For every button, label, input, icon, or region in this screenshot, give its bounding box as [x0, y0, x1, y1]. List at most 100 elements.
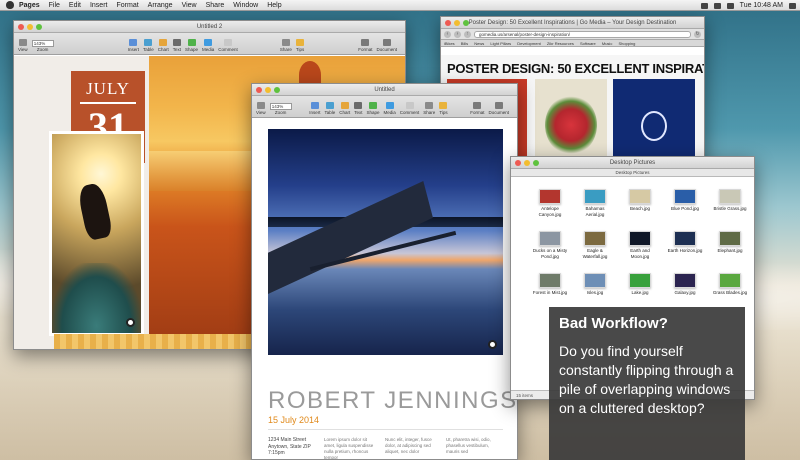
- close-button[interactable]: [256, 87, 262, 93]
- minimize-button[interactable]: [524, 160, 530, 166]
- photo-placeholder-icon[interactable]: [126, 318, 135, 327]
- zoom-button[interactable]: [533, 160, 539, 166]
- share-icon[interactable]: ↑: [464, 30, 471, 38]
- menu-clock[interactable]: Tue 10:48 AM: [740, 2, 783, 9]
- file-item[interactable]: Ducks on a Misty Pond.jpg: [531, 231, 569, 259]
- address-field[interactable]: gomedia.us/arsenal/poster-design-inspira…: [474, 30, 691, 38]
- file-item[interactable]: Antelope Canyon.jpg: [531, 189, 569, 217]
- chart-button[interactable]: Chart: [158, 39, 169, 52]
- menu-help[interactable]: Help: [267, 2, 281, 9]
- bookmark-item[interactable]: Zikr Resources: [547, 41, 574, 46]
- pages-window-untitled[interactable]: Untitled View 143% Zoom Insert Table Cha…: [251, 83, 518, 460]
- share-button[interactable]: Share: [280, 39, 292, 52]
- bookmark-item[interactable]: News: [474, 41, 484, 46]
- media-button[interactable]: Media: [202, 39, 214, 52]
- file-item[interactable]: Isles.jpg: [576, 273, 614, 296]
- tips-button[interactable]: Tips: [296, 39, 304, 52]
- window-titlebar[interactable]: Untitled 2: [14, 21, 405, 33]
- text-button[interactable]: Text: [173, 39, 181, 52]
- surfer-photo[interactable]: [49, 131, 144, 336]
- file-item[interactable]: Forest in Mist.jpg: [531, 273, 569, 296]
- file-item[interactable]: Elephant.jpg: [711, 231, 749, 254]
- pier-sunset-photo[interactable]: [268, 129, 503, 355]
- file-item[interactable]: Galaxy.jpg: [666, 273, 704, 296]
- media-button[interactable]: Media: [384, 102, 396, 115]
- file-item[interactable]: Beach.jpg: [621, 189, 659, 212]
- document-button[interactable]: Document: [488, 102, 509, 115]
- finder-titlebar[interactable]: Desktop Pictures: [511, 157, 754, 169]
- zoom-field[interactable]: 143%: [269, 103, 292, 110]
- file-item[interactable]: Blue Pond.jpg: [666, 189, 704, 212]
- body-text-column[interactable]: Ut, pharetra wisi, odio, phasellus vesti…: [446, 437, 501, 455]
- document-canvas[interactable]: ROBERT JENNINGS 15 July 2014 1234 Main S…: [252, 119, 517, 459]
- document-date[interactable]: 15 July 2014: [268, 415, 319, 425]
- file-item[interactable]: Bristle Grass.jpg: [711, 189, 749, 212]
- back-icon[interactable]: ‹: [444, 30, 451, 38]
- zoom-button[interactable]: [463, 20, 469, 26]
- tips-button[interactable]: Tips: [439, 102, 448, 115]
- bookmark-item[interactable]: Shopping: [618, 41, 635, 46]
- file-item[interactable]: Lake.jpg: [621, 273, 659, 296]
- bookmark-item[interactable]: Light Pillars: [490, 41, 511, 46]
- zoom-field[interactable]: 143%: [31, 40, 54, 47]
- bookmark-item[interactable]: Software: [580, 41, 596, 46]
- share-button[interactable]: Share: [423, 102, 435, 115]
- file-item[interactable]: Earth and Moon.jpg: [621, 231, 659, 259]
- close-button[interactable]: [18, 24, 24, 30]
- bookmark-item[interactable]: Music: [602, 41, 612, 46]
- body-text-column[interactable]: Nunc elit, integer, fusce dolor, at adip…: [385, 437, 440, 455]
- bookmark-item[interactable]: iBikes: [444, 41, 455, 46]
- photo-placeholder-icon[interactable]: [488, 340, 497, 349]
- comment-button[interactable]: Comment: [218, 39, 238, 52]
- shape-button[interactable]: Shape: [367, 102, 380, 115]
- window-titlebar[interactable]: Untitled: [252, 84, 517, 96]
- bookmark-item[interactable]: Bills: [461, 41, 468, 46]
- battery-icon[interactable]: [726, 2, 734, 9]
- spotlight-icon[interactable]: [789, 2, 796, 9]
- wifi-icon[interactable]: [700, 2, 708, 9]
- file-item[interactable]: Grass Blades.jpg: [711, 273, 749, 296]
- document-button[interactable]: Document: [376, 39, 397, 52]
- file-item[interactable]: Bahamas Aerial.jpg: [576, 189, 614, 217]
- view-button[interactable]: View: [18, 39, 28, 52]
- menu-arrange[interactable]: Arrange: [148, 2, 173, 9]
- minimize-button[interactable]: [27, 24, 33, 30]
- forward-icon[interactable]: ›: [454, 30, 461, 38]
- insert-button[interactable]: Insert: [128, 39, 139, 52]
- text-button[interactable]: Text: [354, 102, 363, 115]
- comment-button[interactable]: Comment: [400, 102, 419, 115]
- address-block[interactable]: 1234 Main Street Anytown, State ZIP 7:15…: [268, 437, 316, 457]
- format-button[interactable]: Format: [470, 102, 484, 115]
- zoom-control[interactable]: 143% Zoom: [269, 103, 292, 115]
- chart-button[interactable]: Chart: [339, 102, 350, 115]
- zoom-button[interactable]: [274, 87, 280, 93]
- reload-icon[interactable]: ↻: [694, 30, 701, 38]
- menu-share[interactable]: Share: [206, 2, 225, 9]
- format-button[interactable]: Format: [358, 39, 372, 52]
- minimize-button[interactable]: [454, 20, 460, 26]
- table-button[interactable]: Table: [324, 102, 335, 115]
- menu-edit[interactable]: Edit: [69, 2, 81, 9]
- menu-format[interactable]: Format: [116, 2, 138, 9]
- document-heading-name[interactable]: ROBERT JENNINGS: [268, 387, 517, 415]
- menu-insert[interactable]: Insert: [90, 2, 108, 9]
- apple-menu-icon[interactable]: [6, 1, 14, 9]
- file-item[interactable]: Eagle & Waterfall.jpg: [576, 231, 614, 259]
- menu-view[interactable]: View: [182, 2, 197, 9]
- menu-app-name[interactable]: Pages: [19, 2, 40, 9]
- volume-icon[interactable]: [713, 2, 721, 9]
- shape-button[interactable]: Shape: [185, 39, 198, 52]
- zoom-control[interactable]: 143% Zoom: [31, 40, 54, 52]
- table-button[interactable]: Table: [143, 39, 154, 52]
- view-button[interactable]: View: [256, 102, 266, 115]
- browser-titlebar[interactable]: Poster Design: 50 Excellent Inspirations…: [441, 17, 704, 29]
- menu-file[interactable]: File: [49, 2, 60, 9]
- close-button[interactable]: [515, 160, 521, 166]
- body-text-column[interactable]: Lorem ipsum dolor sit amet, ligula suspe…: [324, 437, 379, 459]
- bookmark-item[interactable]: Development: [517, 41, 541, 46]
- minimize-button[interactable]: [265, 87, 271, 93]
- close-button[interactable]: [445, 20, 451, 26]
- insert-button[interactable]: Insert: [309, 102, 320, 115]
- zoom-button[interactable]: [36, 24, 42, 30]
- file-item[interactable]: Earth Horizon.jpg: [666, 231, 704, 254]
